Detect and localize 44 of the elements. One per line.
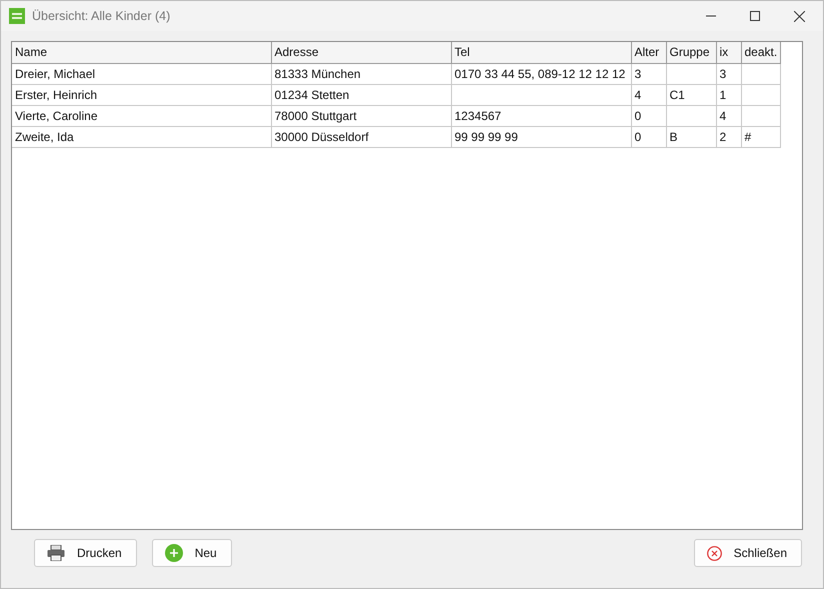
table-cell [741,105,781,126]
new-button[interactable]: Neu [152,539,232,567]
table-cell: 1234567 [451,105,631,126]
print-button[interactable]: Drucken [34,539,137,567]
column-header[interactable]: Gruppe [666,42,716,63]
table-cell: 4 [716,105,741,126]
column-header[interactable]: ix [716,42,741,63]
table-cell: C1 [666,84,716,105]
table-cell: Zweite, Ida [12,126,271,147]
table-cell [741,63,781,84]
table-cell [666,105,716,126]
plus-icon [164,544,183,562]
close-icon[interactable] [794,10,805,22]
table-cell [741,84,781,105]
maximize-icon[interactable] [750,11,760,21]
table-cell: 1 [716,84,741,105]
table-cell: 81333 München [271,63,451,84]
column-header[interactable]: Name [12,42,271,63]
table-cell: B [666,126,716,147]
table-cell: 3 [631,63,666,84]
table-cell: 2 [716,126,741,147]
table-cell: 99 99 99 99 [451,126,631,147]
table-cell [666,63,716,84]
table-cell: 0170 33 44 55, 089-12 12 12 12 [451,63,631,84]
table-cell: 4 [631,84,666,105]
column-header[interactable]: deakt. [741,42,781,63]
table-cell: 3 [716,63,741,84]
window-title: Übersicht: Alle Kinder (4) [32,9,172,23]
close-button[interactable]: Schließen [694,539,802,567]
table-cell: 30000 Düsseldorf [271,126,451,147]
printer-icon [47,545,65,561]
column-header[interactable]: Tel [451,42,631,63]
column-header[interactable]: Adresse [271,42,451,63]
table-cell: Erster, Heinrich [12,84,271,105]
table-cell: Dreier, Michael [12,63,271,84]
column-header[interactable]: Alter [631,42,666,63]
table-cell: 78000 Stuttgart [271,105,451,126]
table-cell: Vierte, Caroline [12,105,271,126]
cancel-icon [706,546,722,560]
table-cell: 0 [631,105,666,126]
app-logo-icon [9,8,25,24]
table-cell: 0 [631,126,666,147]
table-cell: # [741,126,781,147]
table-cell: 01234 Stetten [271,84,451,105]
